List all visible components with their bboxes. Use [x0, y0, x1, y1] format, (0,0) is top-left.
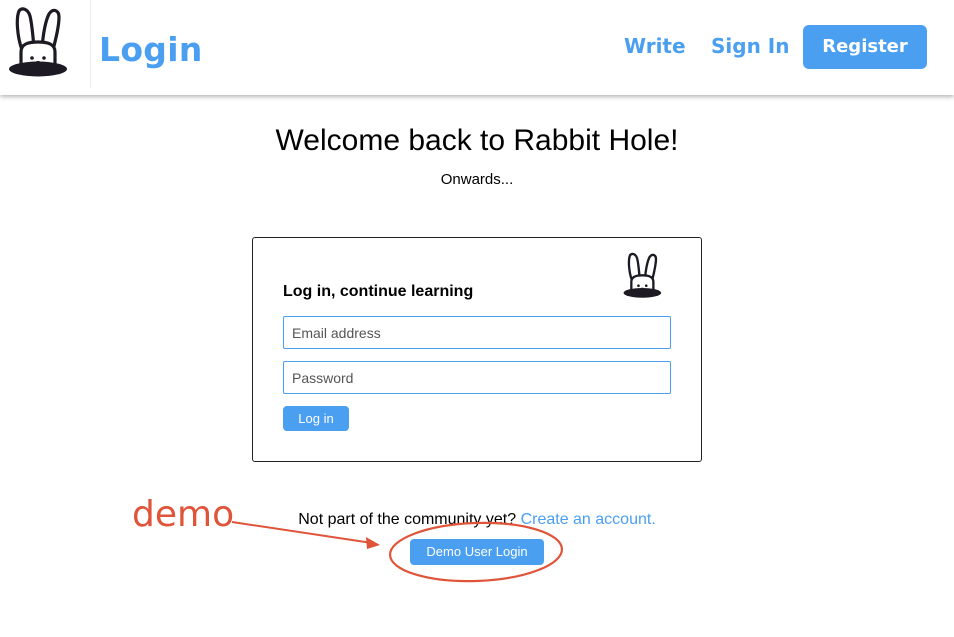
- nav-sign-in-link[interactable]: Sign In: [711, 34, 789, 58]
- login-form-heading: Log in, continue learning: [283, 283, 474, 300]
- login-card: Log in, continue learning Log in: [252, 237, 702, 462]
- top-navbar: Login Write Sign In Register: [0, 0, 954, 95]
- demo-user-login-button[interactable]: Demo User Login: [410, 539, 544, 565]
- welcome-heading: Welcome back to Rabbit Hole!: [275, 124, 679, 157]
- email-field[interactable]: [283, 316, 671, 349]
- site-logo[interactable]: [0, 0, 91, 88]
- page-title: Login: [99, 30, 203, 69]
- register-button[interactable]: Register: [803, 25, 927, 69]
- nav-write-link[interactable]: Write: [624, 34, 686, 58]
- demo-annotation-label: demo: [132, 494, 235, 535]
- password-field[interactable]: [283, 361, 671, 394]
- signup-prompt-text: Not part of the community yet?: [298, 511, 517, 528]
- rabbit-logo-icon: [9, 7, 67, 77]
- create-account-link[interactable]: Create an account.: [521, 511, 656, 528]
- demo-arrow-head: [366, 537, 380, 549]
- login-button[interactable]: Log in: [283, 406, 349, 431]
- rabbit-logo-icon: [623, 252, 662, 298]
- welcome-subtitle: Onwards...: [440, 171, 514, 188]
